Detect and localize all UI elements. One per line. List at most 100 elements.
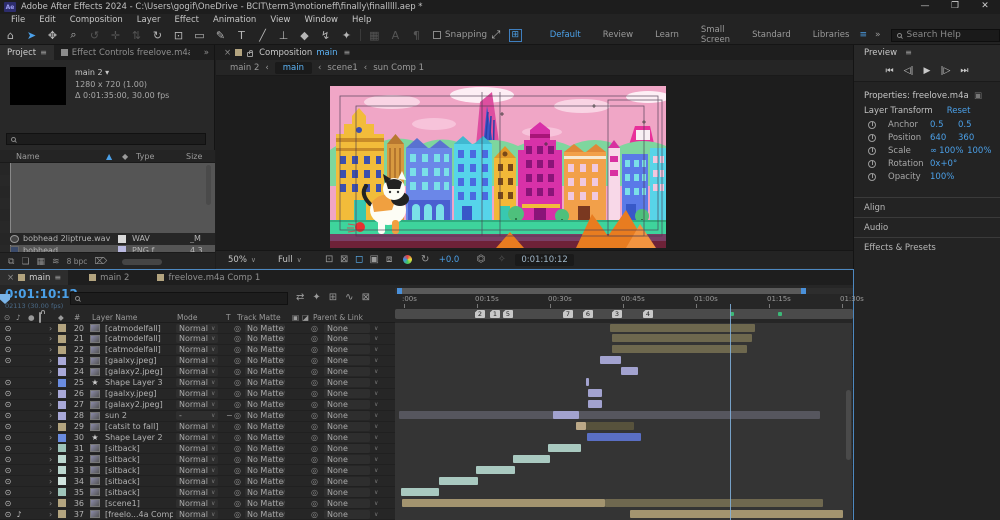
layer-track[interactable]	[395, 498, 852, 509]
layer-color-swatch[interactable]	[58, 324, 66, 332]
expand-arrow-icon[interactable]: ›	[49, 444, 52, 453]
expand-arrow-icon[interactable]: ›	[49, 510, 52, 519]
parent-pickwhip-icon[interactable]: ◎	[311, 324, 318, 333]
layer-name[interactable]: [galaxy2.jpeg]	[105, 400, 173, 409]
color-depth-label[interactable]: 8 bpc	[67, 257, 88, 266]
viewer-timecode[interactable]: 0:01:10:12	[515, 254, 573, 266]
expand-arrow-icon[interactable]: ›	[49, 433, 52, 442]
time-ruler[interactable]: :00s00:15s00:30s00:45s01:00s01:15s01:30s	[395, 295, 853, 308]
matte-pickwhip-icon[interactable]: ◎	[234, 510, 241, 519]
matte-pickwhip-icon[interactable]: ◎	[234, 466, 241, 475]
menu-effect[interactable]: Effect	[168, 15, 206, 25]
exposure-value[interactable]: +0.0	[439, 255, 460, 265]
layer-name[interactable]: [catmodelfall]	[105, 334, 173, 343]
frame-blending-icon[interactable]: ⊞	[329, 292, 337, 303]
panel-icon[interactable]: ▣	[974, 91, 982, 101]
layer-color-swatch[interactable]	[58, 444, 66, 452]
eye-icon[interactable]: ⊙	[3, 422, 13, 431]
property-value[interactable]: 0.5	[930, 120, 958, 130]
parent-pickwhip-icon[interactable]: ◎	[311, 389, 318, 398]
composition-marker-bar[interactable]: 2157634	[395, 309, 853, 319]
always-preview-icon[interactable]: ⊡	[322, 254, 337, 265]
expand-arrow-icon[interactable]: ›	[49, 345, 52, 354]
expand-arrow-icon[interactable]: ›	[49, 411, 52, 420]
mask-visibility-icon[interactable]: ◻	[352, 254, 367, 265]
preview-panel-header[interactable]: Preview ≡	[854, 45, 1000, 60]
layer-duration-bar[interactable]	[586, 422, 634, 430]
project-item[interactable]: bobhead 2liptrue.wavWAV_M	[0, 233, 215, 245]
eye-icon[interactable]: ⊙	[3, 345, 13, 354]
region-of-interest-icon[interactable]: ▣	[367, 254, 382, 265]
matte-pickwhip-icon[interactable]: ◎	[234, 411, 241, 420]
menu-view[interactable]: View	[263, 15, 297, 25]
properties-panel-header[interactable]: Properties: freelove.m4a ▣	[854, 88, 1000, 104]
parent-pickwhip-icon[interactable]: ◎	[311, 455, 318, 464]
expand-arrow-icon[interactable]: ›	[49, 488, 52, 497]
search-help-box[interactable]: Search Help	[891, 29, 1000, 42]
expand-arrow-icon[interactable]: ›	[49, 367, 52, 376]
magnification-dropdown[interactable]: 50%∨	[224, 254, 260, 266]
stopwatch-icon[interactable]	[868, 173, 876, 181]
timeline-layer-row[interactable]: ⊙›27[galaxy2.jpeg]Normal∨◎No Matte∨◎None…	[0, 400, 853, 411]
type-tool[interactable]: T	[231, 27, 252, 44]
section-audio[interactable]: Audio	[854, 217, 1000, 237]
timeline-layer-row[interactable]: ⊙›32[sitback]Normal∨◎No Matte∨◎None∨	[0, 454, 853, 465]
parent-link-dropdown[interactable]: None	[324, 433, 370, 442]
layer-color-swatch[interactable]	[58, 335, 66, 343]
grid-guides-icon[interactable]: ⊞	[509, 29, 522, 42]
layer-duration-bar[interactable]	[612, 334, 752, 342]
transfer-controls-icon[interactable]: ▣	[292, 313, 299, 322]
layer-track[interactable]	[395, 344, 852, 355]
layer-color-swatch[interactable]	[58, 357, 66, 365]
composition-marker[interactable]: 3	[612, 310, 622, 318]
eye-icon[interactable]: ⊙	[3, 324, 13, 333]
timeline-layer-row[interactable]: ⊙›25★Shape Layer 3Normal∨◎No Matte∨◎None…	[0, 378, 853, 389]
layer-track[interactable]	[395, 366, 852, 377]
layer-duration-bar[interactable]	[610, 324, 755, 332]
property-value[interactable]: 640	[930, 133, 958, 143]
layer-name[interactable]: [catmodelfall]	[105, 324, 173, 333]
layer-name[interactable]: [sitback]	[105, 488, 173, 497]
property-value[interactable]: 100%	[939, 146, 967, 156]
layer-duration-bar[interactable]	[630, 510, 843, 518]
main-viewer-icon[interactable]: ⊠	[337, 254, 352, 265]
panel-menu-icon[interactable]: ≡	[905, 48, 912, 57]
home-icon[interactable]: ⌂	[0, 27, 21, 44]
dolly-camera-tool[interactable]: ⇅	[126, 27, 147, 44]
hand-tool[interactable]: ✥	[42, 27, 63, 44]
eye-icon[interactable]: ⊙	[3, 488, 13, 497]
draft-3d-icon[interactable]: ✦	[312, 292, 320, 303]
expand-arrow-icon[interactable]: ›	[49, 400, 52, 409]
eye-icon[interactable]: ⊙	[3, 334, 13, 343]
matte-pickwhip-icon[interactable]: ◎	[234, 378, 241, 387]
track-matte-dropdown[interactable]: No Matte	[245, 334, 285, 343]
track-matte-dropdown[interactable]: No Matte	[245, 345, 285, 354]
expand-arrow-icon[interactable]: ›	[49, 334, 52, 343]
expand-arrow-icon[interactable]: ›	[49, 389, 52, 398]
new-folder-icon[interactable]: ❏	[21, 257, 29, 267]
track-matte-dropdown[interactable]: No Matte	[245, 422, 285, 431]
layer-track[interactable]	[395, 355, 852, 366]
prev-frame-button[interactable]: ◁|	[904, 66, 914, 76]
matte-pickwhip-icon[interactable]: ◎	[234, 400, 241, 409]
timeline-layer-row[interactable]: ⊙♪›37[freelo...4a Comp 1]Normal∨◎No Matt…	[0, 509, 853, 520]
menu-layer[interactable]: Layer	[130, 15, 168, 25]
first-frame-button[interactable]: ⏮	[885, 66, 893, 76]
menu-window[interactable]: Window	[297, 15, 345, 25]
stopwatch-icon[interactable]	[868, 134, 876, 142]
parent-pickwhip-icon[interactable]: ◎	[311, 378, 318, 387]
breadcrumb-main[interactable]: main	[275, 62, 312, 74]
new-composition-icon[interactable]: ▦	[37, 257, 46, 267]
layer-track[interactable]	[395, 509, 852, 520]
track-matte-dropdown[interactable]: No Matte	[245, 367, 285, 376]
layer-name[interactable]: [scene1]	[105, 499, 173, 508]
parent-pickwhip-icon[interactable]: ◎	[311, 488, 318, 497]
snapping-checkbox[interactable]	[433, 31, 441, 39]
timeline-tab-main-2[interactable]: main 2	[82, 270, 136, 285]
selected-item-name[interactable]: main 2 ▾	[75, 68, 109, 77]
panel-close-icon[interactable]: ×	[216, 48, 235, 58]
timeline-layer-row[interactable]: ⊙›20[catmodelfall]Normal∨◎No Matte∨◎None…	[0, 323, 853, 334]
layer-track[interactable]	[395, 388, 852, 399]
stopwatch-icon[interactable]	[868, 147, 876, 155]
orbit-camera-tool[interactable]: ↺	[84, 27, 105, 44]
